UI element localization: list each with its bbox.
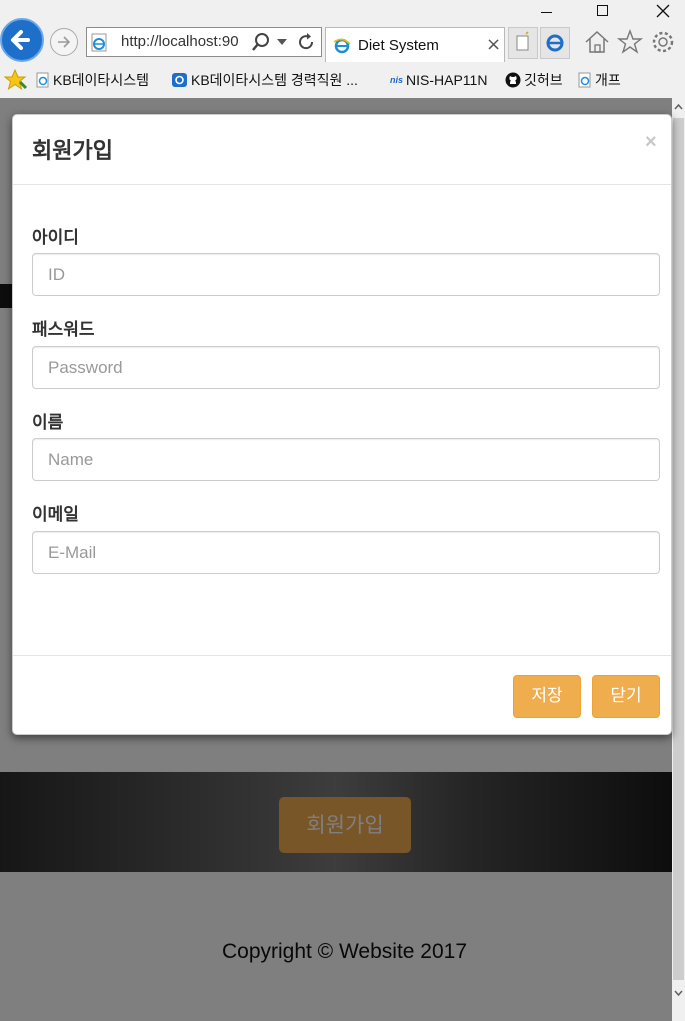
edge-button[interactable] bbox=[540, 27, 570, 59]
new-tab-icon bbox=[516, 31, 529, 51]
favorite-label: KB데이타시스템 bbox=[53, 72, 149, 88]
back-button[interactable] bbox=[0, 18, 44, 62]
home-icon[interactable] bbox=[583, 28, 611, 56]
ie-page-icon bbox=[36, 72, 49, 88]
id-input[interactable] bbox=[32, 253, 660, 296]
favorite-item[interactable]: 깃허브 bbox=[505, 70, 563, 90]
password-input[interactable] bbox=[32, 346, 660, 389]
favorite-label: KB데이타시스템 경력직원 ... bbox=[191, 72, 358, 88]
modal-header: 회원가입 × bbox=[13, 115, 671, 185]
name-input[interactable] bbox=[32, 438, 660, 481]
close-button[interactable]: 닫기 bbox=[592, 675, 660, 718]
edge-icon bbox=[546, 34, 564, 52]
github-icon bbox=[505, 72, 521, 88]
favorite-label: 깃허브 bbox=[524, 72, 563, 88]
favorite-label: 개프 bbox=[595, 72, 621, 88]
scrollbar[interactable] bbox=[672, 98, 685, 1021]
favorite-item[interactable]: nis NIS-HAP11N bbox=[390, 70, 487, 90]
refresh-icon[interactable] bbox=[295, 31, 317, 53]
star-icon[interactable] bbox=[616, 28, 644, 56]
window-close-button[interactable] bbox=[648, 2, 678, 20]
favorite-label: NIS-HAP11N bbox=[406, 72, 488, 88]
close-icon bbox=[656, 4, 670, 18]
favorites-star-icon[interactable] bbox=[4, 69, 28, 91]
tab-title: Diet System bbox=[358, 37, 439, 54]
favorite-item[interactable]: KB데이타시스템 bbox=[36, 70, 149, 90]
address-bar[interactable]: http://localhost:90 bbox=[86, 27, 322, 57]
arrow-left-icon bbox=[11, 30, 30, 50]
forward-button[interactable] bbox=[50, 28, 78, 56]
kb-icon bbox=[172, 73, 187, 87]
email-input[interactable] bbox=[32, 531, 660, 574]
arrow-right-icon bbox=[58, 36, 71, 48]
favorites-bar: KB데이타시스템 KB데이타시스템 경력직원 ... nis NIS-HAP11… bbox=[0, 64, 685, 96]
new-tab-button[interactable] bbox=[508, 27, 538, 59]
password-label: 패스워드 bbox=[32, 320, 95, 340]
scroll-thumb[interactable] bbox=[673, 118, 684, 980]
email-label: 이메일 bbox=[32, 505, 79, 525]
chevron-down-icon[interactable] bbox=[277, 39, 287, 45]
scroll-up-icon[interactable] bbox=[672, 100, 685, 114]
address-text[interactable]: http://localhost:90 bbox=[121, 33, 243, 50]
name-label: 이름 bbox=[32, 413, 64, 433]
nis-logo: nis bbox=[390, 75, 404, 85]
minimize-button[interactable] bbox=[532, 2, 562, 20]
favorite-item[interactable]: 개프 bbox=[578, 70, 621, 90]
modal-footer: 저장 닫기 bbox=[13, 655, 671, 735]
id-label: 아이디 bbox=[32, 228, 79, 248]
maximize-button[interactable] bbox=[588, 2, 618, 20]
favorite-item[interactable]: KB데이타시스템 경력직원 ... bbox=[172, 70, 358, 90]
modal-close-icon[interactable]: × bbox=[645, 131, 657, 154]
ie-page-icon bbox=[91, 33, 107, 52]
signup-modal: 회원가입 × 아이디 패스워드 이름 이메일 저장 닫기 bbox=[12, 114, 672, 735]
tab-close-icon[interactable]: × bbox=[486, 34, 501, 55]
browser-chrome: http://localhost:90 Diet System × KB데이타시… bbox=[0, 0, 685, 98]
ie-page-icon bbox=[578, 72, 591, 88]
gear-icon[interactable] bbox=[649, 28, 677, 56]
ie-icon bbox=[333, 38, 351, 54]
scroll-down-icon[interactable] bbox=[672, 986, 685, 1000]
save-button[interactable]: 저장 bbox=[513, 675, 581, 718]
modal-title: 회원가입 bbox=[32, 139, 113, 164]
search-icon[interactable] bbox=[250, 31, 272, 53]
tab-diet-system[interactable]: Diet System × bbox=[325, 27, 505, 62]
